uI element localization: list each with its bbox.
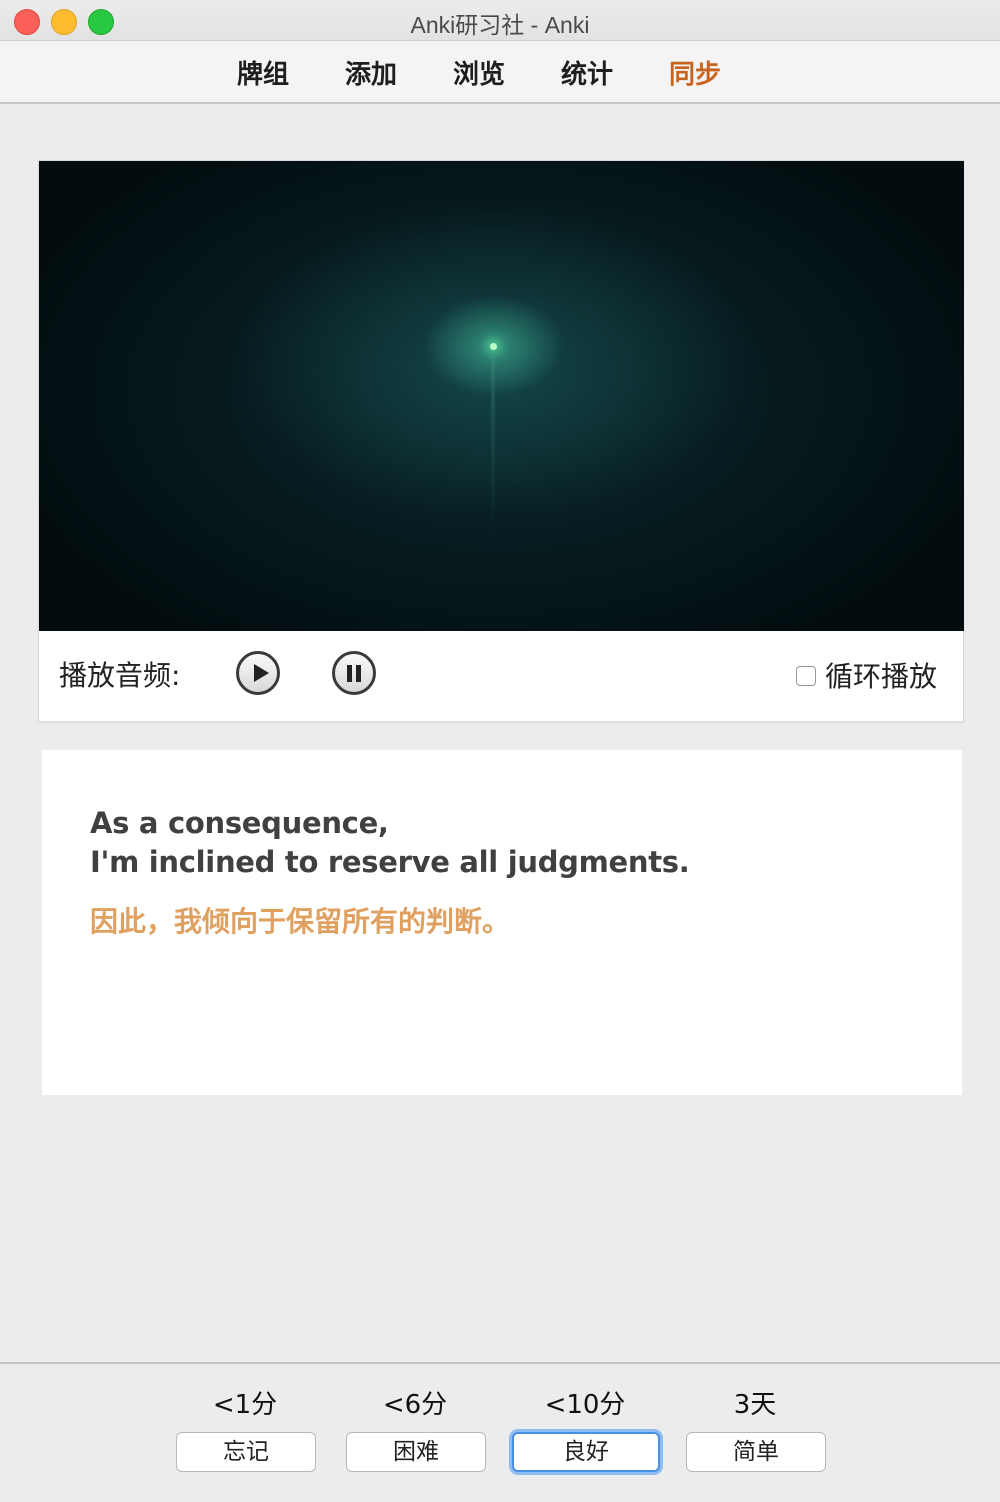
play-icon [254, 664, 269, 682]
chinese-translation: 因此，我倾向于保留所有的判断。 [90, 905, 511, 938]
nav-decks[interactable]: 牌组 [237, 54, 289, 91]
video-player[interactable] [39, 161, 964, 631]
audio-label: 播放音频: [59, 659, 181, 692]
video-light-reflection [491, 356, 495, 536]
title-bar: Anki研习社 - Anki [0, 0, 1000, 41]
nav-browse[interactable]: 浏览 [453, 54, 505, 91]
good-button[interactable]: 良好 [512, 1432, 660, 1472]
hard-button[interactable]: 困难 [346, 1432, 486, 1472]
window-title: Anki研习社 - Anki [410, 12, 590, 38]
again-button[interactable]: 忘记 [176, 1432, 316, 1472]
play-audio-button[interactable] [236, 651, 280, 695]
interval-again: <1分 [212, 1390, 278, 1420]
nav-add[interactable]: 添加 [345, 54, 397, 91]
media-panel: 播放音频: 循环播放 [38, 160, 964, 722]
easy-button[interactable]: 简单 [686, 1432, 826, 1472]
loop-checkbox[interactable] [796, 666, 816, 686]
loop-label: 循环播放 [825, 660, 938, 693]
video-green-light [490, 343, 497, 350]
card-content: As a consequence, I'm inclined to reserv… [42, 750, 962, 1095]
interval-good: <10分 [544, 1390, 626, 1420]
nav-sync[interactable]: 同步 [669, 54, 721, 91]
interval-easy: 3天 [733, 1390, 777, 1420]
main-toolbar: 牌组 添加 浏览 统计 同步 [0, 41, 1000, 104]
nav-stats[interactable]: 统计 [561, 54, 613, 91]
english-line-2: I'm inclined to reserve all judgments. [90, 845, 690, 879]
pause-audio-button[interactable] [332, 651, 376, 695]
interval-hard: <6分 [382, 1390, 448, 1420]
english-sentence: As a consequence, I'm inclined to reserv… [90, 804, 690, 882]
answer-bar: <1分 <6分 <10分 3天 忘记 困难 良好 简单 [0, 1362, 1000, 1502]
english-line-1: As a consequence, [90, 806, 389, 840]
